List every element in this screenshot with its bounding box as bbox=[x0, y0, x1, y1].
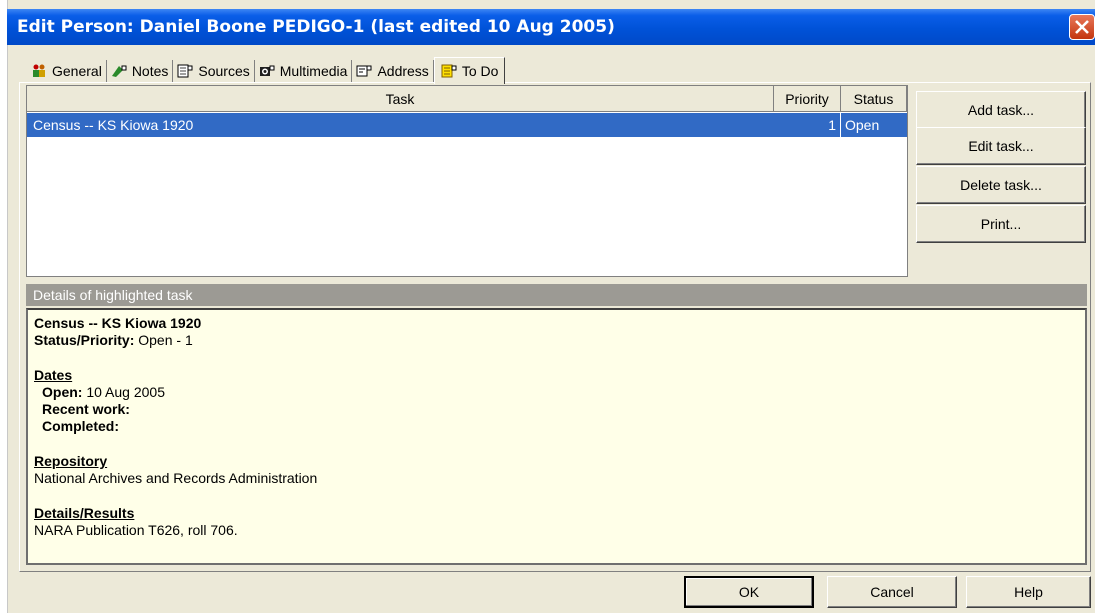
edit-task-button[interactable]: Edit task... bbox=[916, 127, 1086, 165]
status-cell: Open bbox=[845, 117, 880, 133]
tab-sources-label: Sources bbox=[198, 63, 250, 79]
tab-notes-label: Notes bbox=[131, 63, 169, 79]
column-header-priority[interactable]: Priority bbox=[774, 86, 841, 112]
close-button[interactable] bbox=[1069, 14, 1095, 40]
table-row[interactable]: Census -- KS Kiowa 1920 1 Open bbox=[27, 113, 907, 137]
title-bar[interactable]: Edit Person: Daniel Boone PEDIGO-1 (last… bbox=[7, 9, 1095, 45]
help-button[interactable]: Help bbox=[966, 576, 1091, 608]
tab-todo[interactable]: To Do bbox=[433, 57, 506, 84]
ok-button[interactable]: OK bbox=[684, 576, 814, 608]
tab-address-label: Address bbox=[377, 63, 429, 79]
tab-multimedia[interactable]: Multimedia bbox=[255, 60, 353, 82]
window-title: Edit Person: Daniel Boone PEDIGO-1 (last… bbox=[17, 17, 615, 37]
camera-icon bbox=[259, 64, 275, 78]
close-icon bbox=[1075, 20, 1089, 34]
repository-heading: Repository bbox=[34, 453, 108, 469]
delete-task-button[interactable]: Delete task... bbox=[916, 166, 1086, 204]
results-heading: Details/Results bbox=[34, 505, 135, 521]
tab-strip: General Notes Sources Multimedia Address bbox=[27, 57, 506, 84]
add-task-button[interactable]: Add task... bbox=[916, 91, 1086, 129]
tab-general-label: General bbox=[52, 63, 102, 79]
column-header-task[interactable]: Task bbox=[27, 86, 774, 112]
address-card-icon bbox=[356, 64, 372, 78]
tab-multimedia-label: Multimedia bbox=[279, 63, 348, 79]
task-cell: Census -- KS Kiowa 1920 bbox=[33, 117, 194, 133]
details-header: Details of highlighted task bbox=[26, 284, 1087, 306]
details-status-priority: Status/Priority: Open - 1 bbox=[34, 332, 1079, 349]
recent-work-label: Recent work: bbox=[42, 401, 130, 417]
dates-heading: Dates bbox=[34, 367, 73, 383]
status-priority-label: Status/Priority: bbox=[34, 332, 135, 348]
tab-general[interactable]: General bbox=[27, 60, 107, 82]
repository-value: National Archives and Records Administra… bbox=[34, 470, 318, 486]
task-details-panel[interactable]: Census -- KS Kiowa 1920 Status/Priority:… bbox=[26, 308, 1087, 565]
task-list[interactable]: Task Priority Status Census -- KS Kiowa … bbox=[26, 85, 908, 277]
print-button[interactable]: Print... bbox=[916, 205, 1086, 243]
open-value: 10 Aug 2005 bbox=[86, 384, 165, 400]
tab-address[interactable]: Address bbox=[352, 60, 434, 82]
left-background-strip bbox=[0, 0, 8, 613]
tab-todo-label: To Do bbox=[461, 63, 499, 79]
priority-cell: 1 bbox=[774, 113, 841, 137]
sources-icon bbox=[177, 64, 193, 78]
cancel-button[interactable]: Cancel bbox=[827, 576, 957, 608]
todo-icon bbox=[441, 64, 457, 78]
open-label: Open: bbox=[42, 384, 83, 400]
column-header-status[interactable]: Status bbox=[841, 86, 907, 112]
status-priority-value: Open - 1 bbox=[138, 332, 193, 348]
details-task-title: Census -- KS Kiowa 1920 bbox=[34, 315, 202, 331]
people-icon bbox=[31, 64, 47, 78]
results-value: NARA Publication T626, roll 706. bbox=[34, 522, 238, 538]
tab-sources[interactable]: Sources bbox=[173, 60, 255, 82]
edit-person-dialog: Edit Person: Daniel Boone PEDIGO-1 (last… bbox=[0, 0, 1095, 613]
tab-notes[interactable]: Notes bbox=[107, 60, 174, 82]
completed-label: Completed: bbox=[42, 418, 119, 434]
notes-icon bbox=[111, 64, 127, 78]
open-date: Open: 10 Aug 2005 bbox=[34, 384, 1079, 401]
